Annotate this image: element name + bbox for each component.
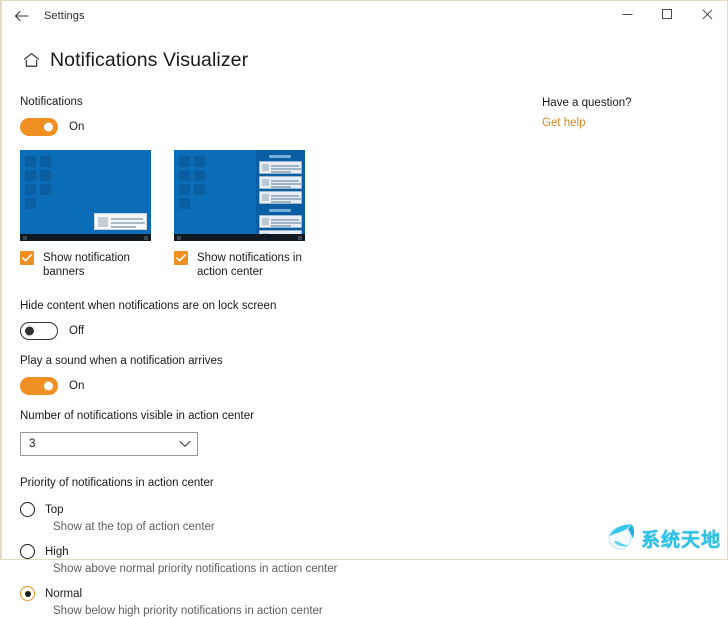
preview-taskbar <box>174 234 305 241</box>
show-banners-label: Show notification banners <box>43 252 130 278</box>
chevron-down-icon <box>179 440 191 448</box>
toast-notification-preview <box>94 213 147 230</box>
show-in-action-center-checkbox[interactable] <box>174 251 188 265</box>
title-bar: Settings <box>2 1 727 31</box>
hide-content-label: Hide content when notifications are on l… <box>20 300 277 312</box>
back-button[interactable] <box>2 1 40 31</box>
radio-normal[interactable] <box>20 586 35 601</box>
radio-top-description: Show at the top of action center <box>53 521 215 533</box>
maximize-icon <box>661 7 673 25</box>
home-icon[interactable] <box>20 49 42 71</box>
content-area: Notifications On Show notification banne… <box>2 81 727 617</box>
show-in-action-center-label: Show notifications in action center <box>197 252 302 278</box>
action-center-panel-preview <box>256 150 305 241</box>
preview-row: Show notification banners Show notificat… <box>20 150 542 279</box>
number-visible-dropdown[interactable]: 3 <box>20 432 198 456</box>
settings-window: Settings Notifications Visualizer Notifi… <box>0 0 728 617</box>
radio-normal-label: Normal <box>45 587 83 600</box>
priority-label: Priority of notifications in action cent… <box>20 477 214 489</box>
check-icon <box>176 254 186 262</box>
radio-top[interactable] <box>20 502 35 517</box>
preview-taskbar <box>20 234 151 241</box>
titlebar-drag-area <box>85 1 607 31</box>
show-banners-checkbox[interactable] <box>20 251 34 265</box>
hide-content-toggle[interactable] <box>20 322 58 340</box>
toast-app-icon <box>98 217 108 227</box>
hide-content-toggle-row[interactable]: Off <box>20 322 542 340</box>
window-controls <box>607 1 727 31</box>
get-help-link[interactable]: Get help <box>542 117 585 129</box>
priority-option-top[interactable]: Top <box>20 502 542 517</box>
hide-content-toggle-state: Off <box>69 325 85 337</box>
play-sound-label: Play a sound when a notification arrives <box>20 355 223 367</box>
help-column: Have a question? Get help <box>542 81 727 617</box>
action-center-preview-block: Show notifications in action center <box>174 150 328 279</box>
play-sound-toggle-row[interactable]: On <box>20 377 542 395</box>
notifications-toggle[interactable] <box>20 118 58 136</box>
number-visible-value: 3 <box>29 438 36 450</box>
close-button[interactable] <box>687 1 727 31</box>
app-title: Settings <box>44 10 85 22</box>
show-banners-row[interactable]: Show notification banners <box>20 251 168 279</box>
number-visible-label: Number of notifications visible in actio… <box>20 410 254 422</box>
toggle-knob <box>44 381 53 391</box>
play-sound-toggle[interactable] <box>20 377 58 395</box>
minimize-icon <box>622 7 633 25</box>
back-arrow-icon <box>14 10 29 22</box>
page-header: Notifications Visualizer <box>2 31 727 81</box>
radio-top-label: Top <box>45 503 64 516</box>
notifications-toggle-row[interactable]: On <box>20 118 542 136</box>
page-title: Notifications Visualizer <box>50 48 249 71</box>
check-icon <box>22 254 32 262</box>
show-in-action-center-row[interactable]: Show notifications in action center <box>174 251 322 279</box>
help-title: Have a question? <box>542 97 632 109</box>
radio-selected-dot <box>24 590 31 597</box>
toggle-knob <box>44 122 53 132</box>
priority-option-normal[interactable]: Normal <box>20 586 542 601</box>
radio-high[interactable] <box>20 544 35 559</box>
toggle-knob <box>25 326 34 336</box>
radio-normal-description: Show below high priority notifications i… <box>53 605 323 617</box>
action-center-preview-image[interactable] <box>174 150 305 241</box>
minimize-button[interactable] <box>607 1 647 31</box>
radio-high-label: High <box>45 545 69 558</box>
maximize-button[interactable] <box>647 1 687 31</box>
notifications-toggle-state: On <box>69 121 85 133</box>
banner-preview-image[interactable] <box>20 150 151 241</box>
close-icon <box>701 7 713 25</box>
radio-high-description: Show above normal priority notifications… <box>53 563 338 575</box>
banner-preview-block: Show notification banners <box>20 150 174 279</box>
settings-column: Notifications On Show notification banne… <box>2 81 542 617</box>
priority-option-high[interactable]: High <box>20 544 542 559</box>
notifications-label: Notifications <box>20 96 83 108</box>
play-sound-toggle-state: On <box>69 380 85 392</box>
